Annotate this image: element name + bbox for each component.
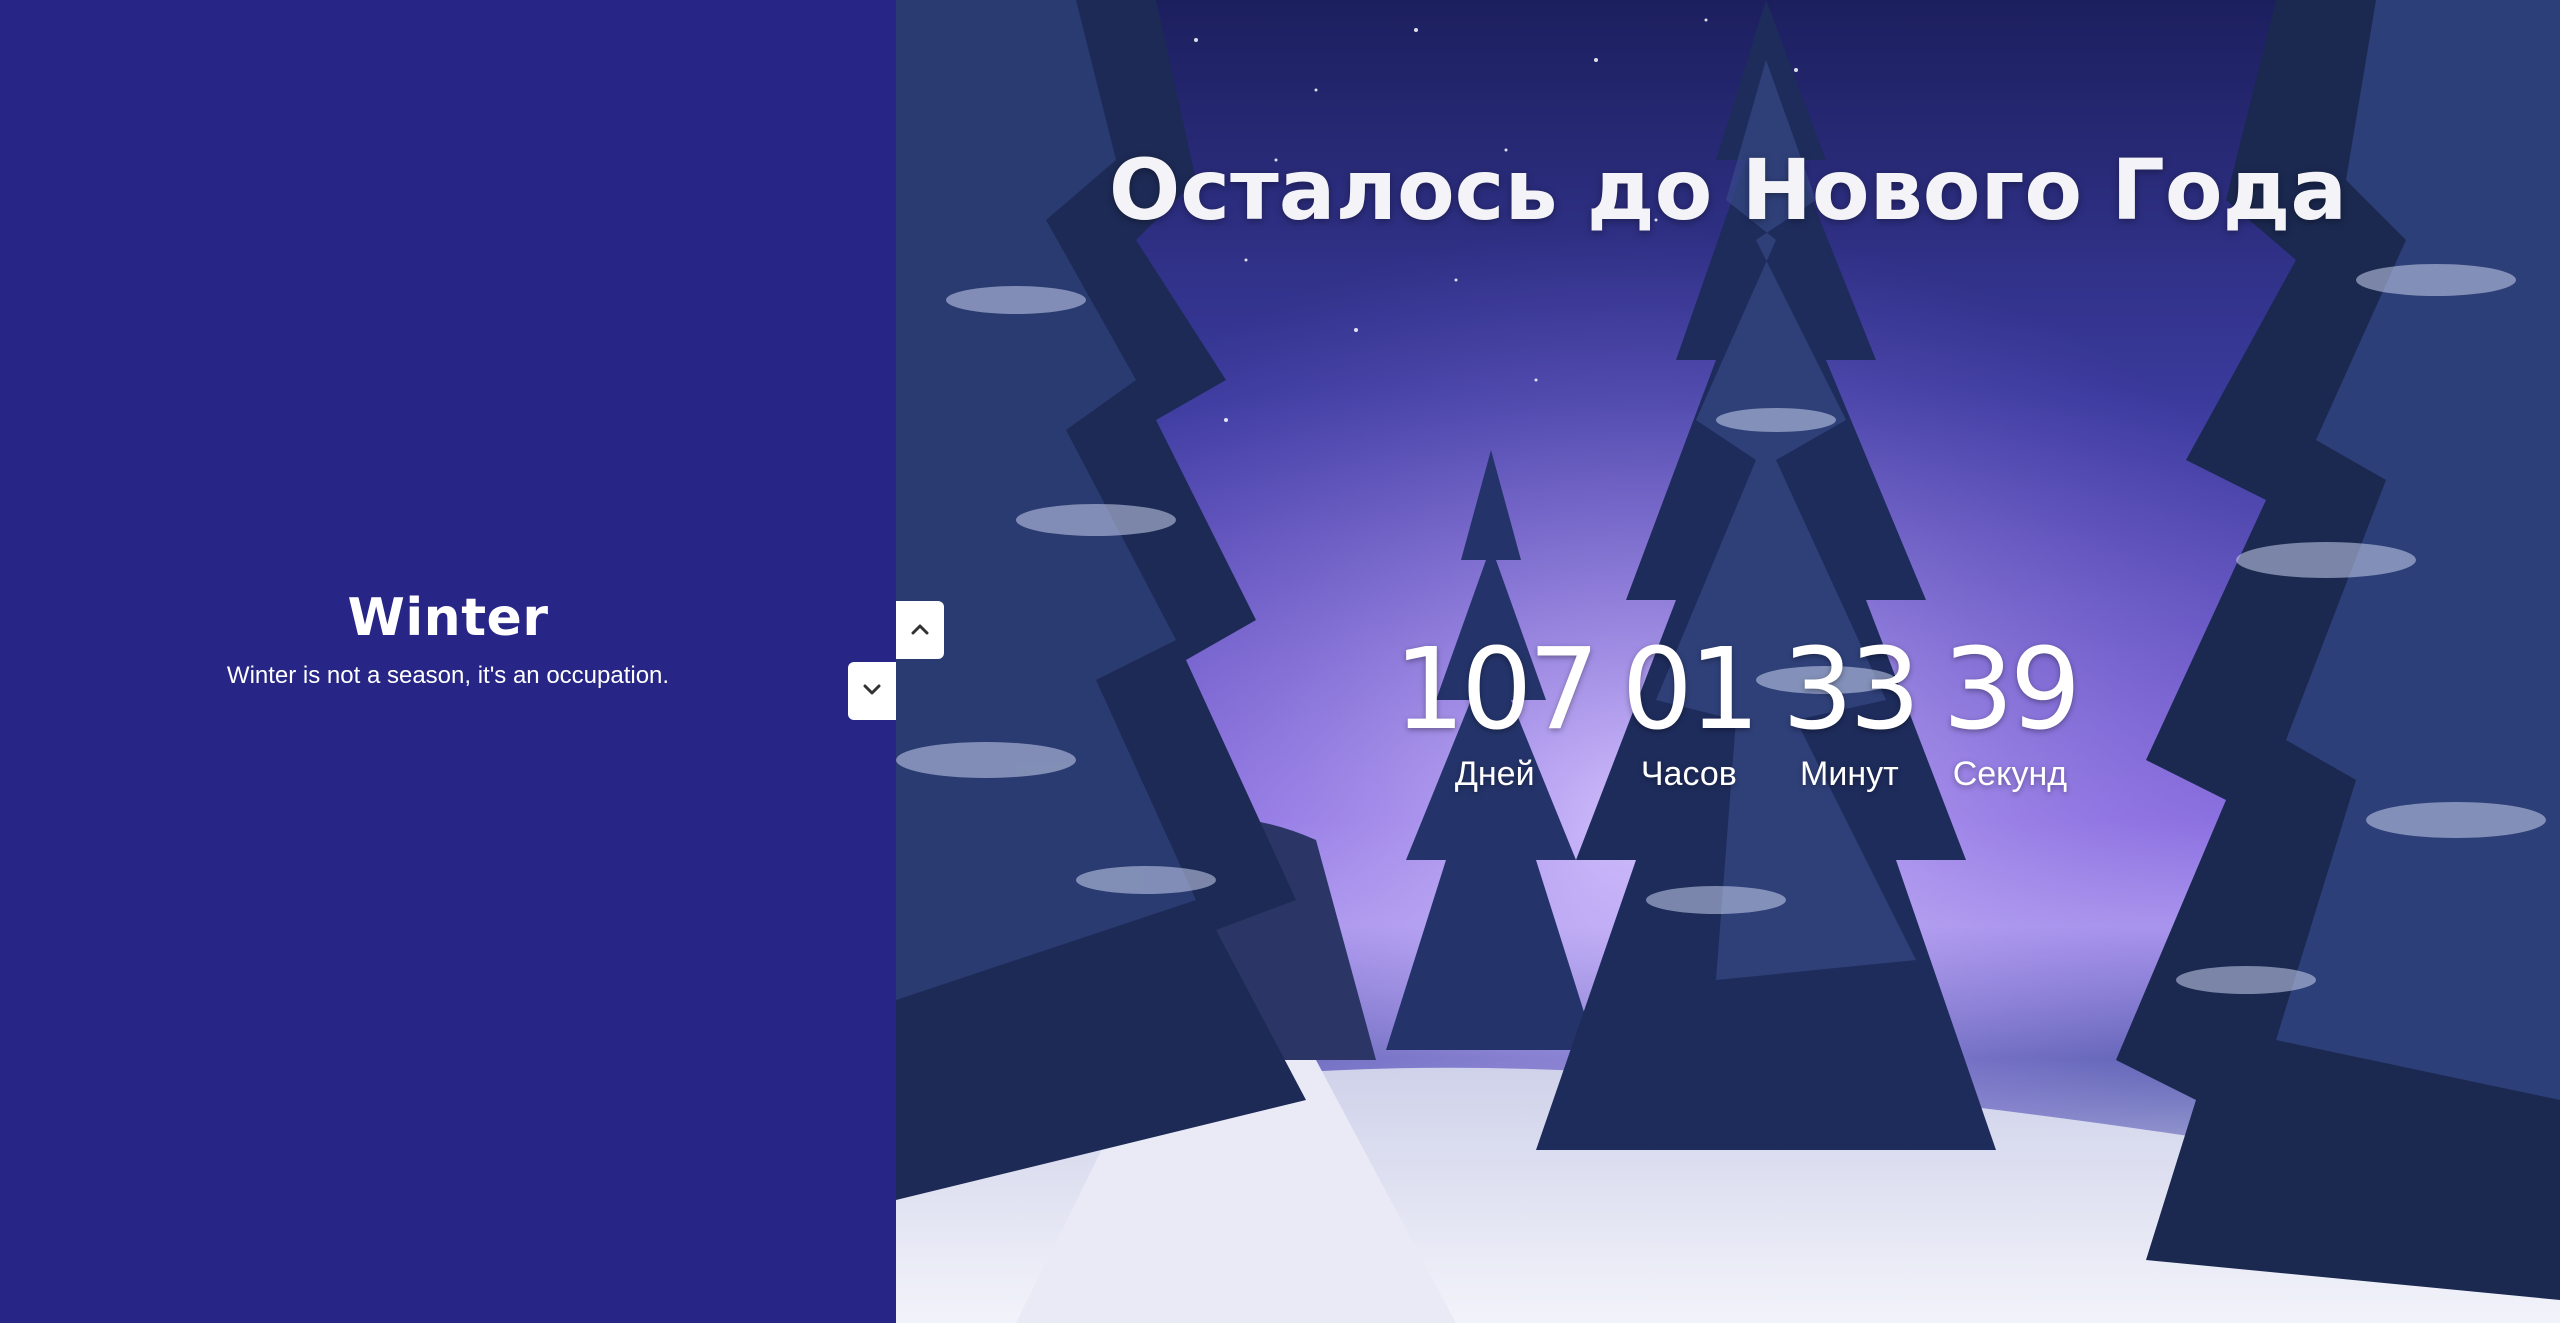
slide-text-panel: Winter Winter is not a season, it's an o…	[0, 0, 896, 1323]
slide-title: Winter	[347, 588, 549, 648]
countdown-heading: Осталось до Нового Года	[1108, 141, 2348, 239]
chevron-down-icon	[863, 684, 881, 699]
countdown-days: 107 Дней	[1393, 625, 1600, 794]
minutes-value: 33	[1782, 625, 1921, 755]
countdown-minutes: 33 Минут	[1782, 625, 1921, 794]
hours-value: 01	[1621, 625, 1761, 755]
countdown-timer: 107 Дней 01 Часов 33 Минут 39 Секунд	[896, 628, 2560, 794]
background-image-panel: Осталось до Нового Года 107 Дней 01 Часо…	[896, 0, 2560, 1323]
seconds-label: Секунд	[1952, 755, 2068, 793]
slide-up-button[interactable]	[896, 601, 944, 659]
days-value: 107	[1393, 625, 1600, 755]
app-root: Winter Winter is not a season, it's an o…	[0, 0, 2560, 1323]
hours-label: Часов	[1640, 755, 1737, 793]
slide-down-button[interactable]	[848, 662, 896, 720]
seconds-value: 39	[1942, 625, 2082, 755]
minutes-label: Минут	[1800, 755, 1899, 793]
days-label: Дней	[1454, 755, 1535, 793]
slide-description: Winter is not a season, it's an occupati…	[226, 662, 670, 689]
countdown-hours: 01 Часов	[1621, 625, 1761, 794]
slide-text: Winter Winter is not a season, it's an o…	[0, 580, 896, 692]
chevron-up-icon	[911, 623, 929, 638]
countdown-seconds: 39 Секунд	[1942, 625, 2082, 794]
